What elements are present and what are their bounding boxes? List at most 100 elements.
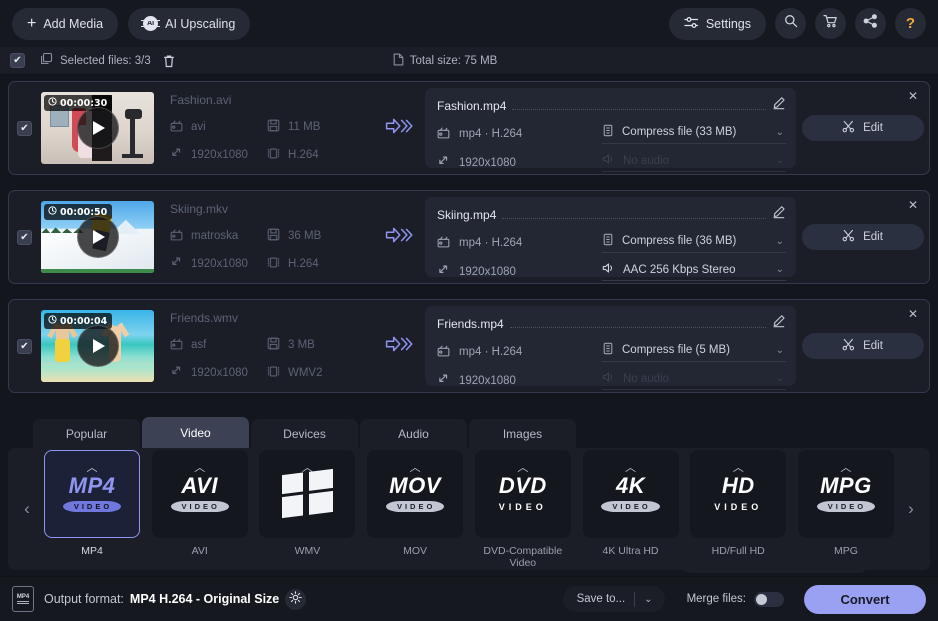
format-card-4k[interactable]: ︿ 4K VIDEO 4K Ultra HD (582, 449, 679, 569)
format-card-mp4[interactable]: ︿ MP4 VIDEO MP4 (44, 449, 140, 569)
add-media-label: Add Media (43, 16, 104, 31)
audio-dropdown: No audio ⌄ (602, 153, 786, 172)
audio-dropdown[interactable]: AAC 256 Kbps Stereo ⌄ (602, 262, 786, 281)
play-button[interactable] (76, 216, 119, 258)
tab-popular[interactable]: Popular (33, 419, 140, 448)
source-codec-label: H.264 (288, 258, 319, 270)
play-button[interactable] (76, 325, 119, 367)
tab-images[interactable]: Images (469, 419, 576, 448)
file-select-checkbox[interactable]: ✔ (17, 120, 32, 136)
tab-devices[interactable]: Devices (251, 419, 358, 448)
help-icon-button[interactable]: ? (895, 8, 926, 39)
cart-icon-button[interactable] (815, 8, 846, 39)
add-media-button[interactable]: + Add Media (12, 7, 119, 40)
convert-label: Convert (840, 591, 890, 607)
output-format-label: mp4 · H.264 (459, 346, 523, 358)
format-card-avi[interactable]: ︿ AVI VIDEO AVI (151, 449, 248, 569)
play-button[interactable] (76, 107, 119, 149)
source-filesize-label: 11 MB (288, 121, 321, 133)
chevron-down-icon: ⌄ (775, 235, 784, 247)
output-settings-card: Fashion.mp4 mp4 · H.264 Compress file (3… (425, 88, 796, 172)
carousel-next-button[interactable]: › (896, 499, 926, 519)
format-tile[interactable]: ︿ MOV VIDEO (367, 449, 464, 538)
merge-files-toggle[interactable] (754, 591, 784, 607)
file-row[interactable]: ✔ 00:00:30 Fashion.avi avi 11 MB 1920x10… (8, 81, 930, 175)
video-thumbnail[interactable]: 00:00:50 (41, 201, 154, 273)
delete-selected-button[interactable] (159, 51, 179, 71)
format-card-mov[interactable]: ︿ MOV VIDEO MOV (367, 449, 464, 569)
chevron-down-icon[interactable]: ⌄ (644, 594, 660, 605)
remove-file-button[interactable]: ✕ (905, 88, 921, 104)
format-card-mpg[interactable]: ︿ MPG VIDEO MPG (797, 449, 894, 569)
source-container: avi (170, 119, 267, 135)
select-all-checkbox[interactable]: ✔ (10, 53, 25, 68)
format-tile[interactable]: ︿ MPG VIDEO (797, 449, 894, 538)
format-tile[interactable]: ︿ DVD VIDEO (474, 449, 571, 538)
format-logo-sub: VIDEO (170, 501, 229, 512)
output-meta-grid: mp4 · H.264 Compress file (33 MB) ⌄ 1920… (437, 124, 786, 172)
source-filesize: 36 MB (267, 228, 375, 244)
file-row[interactable]: ✔ 00:00:04 Friends.wmv asf 3 MB 1920x108… (8, 299, 930, 393)
total-size-group: Total size: 75 MB (393, 53, 497, 69)
selection-bar: ✔ Selected files: 3/3 Total size: 75 MB (0, 47, 938, 75)
chevron-up-icon[interactable]: ︿ (87, 459, 98, 475)
format-card-hd[interactable]: ︿ HD VIDEO HD/Full HD (690, 449, 787, 569)
edit-column: Edit (796, 115, 929, 141)
source-filename: Friends.wmv (170, 311, 239, 325)
output-name-row: Friends.mp4 (437, 314, 786, 333)
format-tile[interactable]: ︿ 4K VIDEO (582, 449, 679, 538)
format-tile[interactable]: ︿ AVI VIDEO (151, 449, 248, 538)
chevron-up-icon[interactable]: ︿ (410, 459, 421, 475)
disk-icon (267, 119, 280, 135)
carousel-prev-button[interactable]: ‹ (12, 499, 42, 519)
format-tile[interactable]: ︿ HD VIDEO (690, 449, 787, 538)
ai-upscaling-button[interactable]: AI AI Upscaling (128, 7, 251, 40)
chevron-up-icon[interactable]: ︿ (625, 459, 636, 475)
save-to-button[interactable]: Save to... ⌄ (562, 586, 665, 612)
video-thumbnail[interactable]: 00:00:30 (41, 92, 154, 164)
search-icon-button[interactable] (775, 8, 806, 39)
file-row[interactable]: ✔ 00:00:50 Skiing.mkv matroska 36 MB 192… (8, 190, 930, 284)
format-card-windows-logo[interactable]: ︿ WMV (259, 449, 356, 569)
video-thumbnail[interactable]: 00:00:04 (41, 310, 154, 382)
remove-file-button[interactable]: ✕ (905, 306, 921, 322)
chevron-up-icon[interactable]: ︿ (194, 459, 205, 475)
rename-pencil-icon[interactable] (772, 96, 786, 115)
share-icon-button[interactable] (855, 8, 886, 39)
edit-button[interactable]: Edit (801, 333, 924, 359)
format-tile[interactable]: ︿ MP4 VIDEO (44, 449, 140, 538)
chevron-up-icon[interactable]: ︿ (733, 459, 744, 475)
compress-dropdown[interactable]: Compress file (5 MB) ⌄ (602, 342, 786, 362)
tab-video[interactable]: Video (142, 417, 249, 448)
dotted-fill (502, 210, 766, 219)
edit-button[interactable]: Edit (801, 224, 924, 250)
source-container-label: avi (191, 121, 206, 133)
output-settings-button[interactable] (285, 588, 307, 610)
codec-icon (267, 147, 280, 163)
source-resolution-label: 1920x1080 (191, 258, 248, 270)
source-filesize-label: 3 MB (288, 339, 315, 351)
file-select-checkbox[interactable]: ✔ (17, 229, 32, 245)
format-card-dvd[interactable]: ︿ DVD VIDEO DVD-Compatible Video (474, 449, 571, 569)
edit-button[interactable]: Edit (801, 115, 924, 141)
convert-button[interactable]: Convert (804, 584, 926, 614)
output-settings-card: Friends.mp4 mp4 · H.264 Compress file (5… (425, 306, 796, 390)
chevron-up-icon[interactable]: ︿ (840, 459, 851, 475)
edit-column: Edit (796, 333, 929, 359)
sliders-icon (684, 16, 699, 32)
output-format-value[interactable]: MP4 H.264 - Original Size (130, 592, 279, 606)
rename-pencil-icon[interactable] (772, 314, 786, 333)
source-info: Skiing.mkv matroska 36 MB 1920x1080 H.26… (170, 202, 375, 272)
source-container-label: matroska (191, 230, 239, 242)
file-select-checkbox[interactable]: ✔ (17, 338, 32, 354)
rename-pencil-icon[interactable] (772, 205, 786, 224)
compress-dropdown[interactable]: Compress file (33 MB) ⌄ (602, 124, 786, 144)
format-tile[interactable]: ︿ (259, 449, 356, 538)
edit-label: Edit (863, 122, 883, 134)
chevron-up-icon[interactable]: ︿ (517, 459, 528, 475)
remove-file-button[interactable]: ✕ (905, 197, 921, 213)
compress-dropdown[interactable]: Compress file (36 MB) ⌄ (602, 233, 786, 253)
output-format-label: mp4 · H.264 (459, 128, 523, 140)
tab-audio[interactable]: Audio (360, 419, 467, 448)
settings-button[interactable]: Settings (668, 7, 766, 40)
